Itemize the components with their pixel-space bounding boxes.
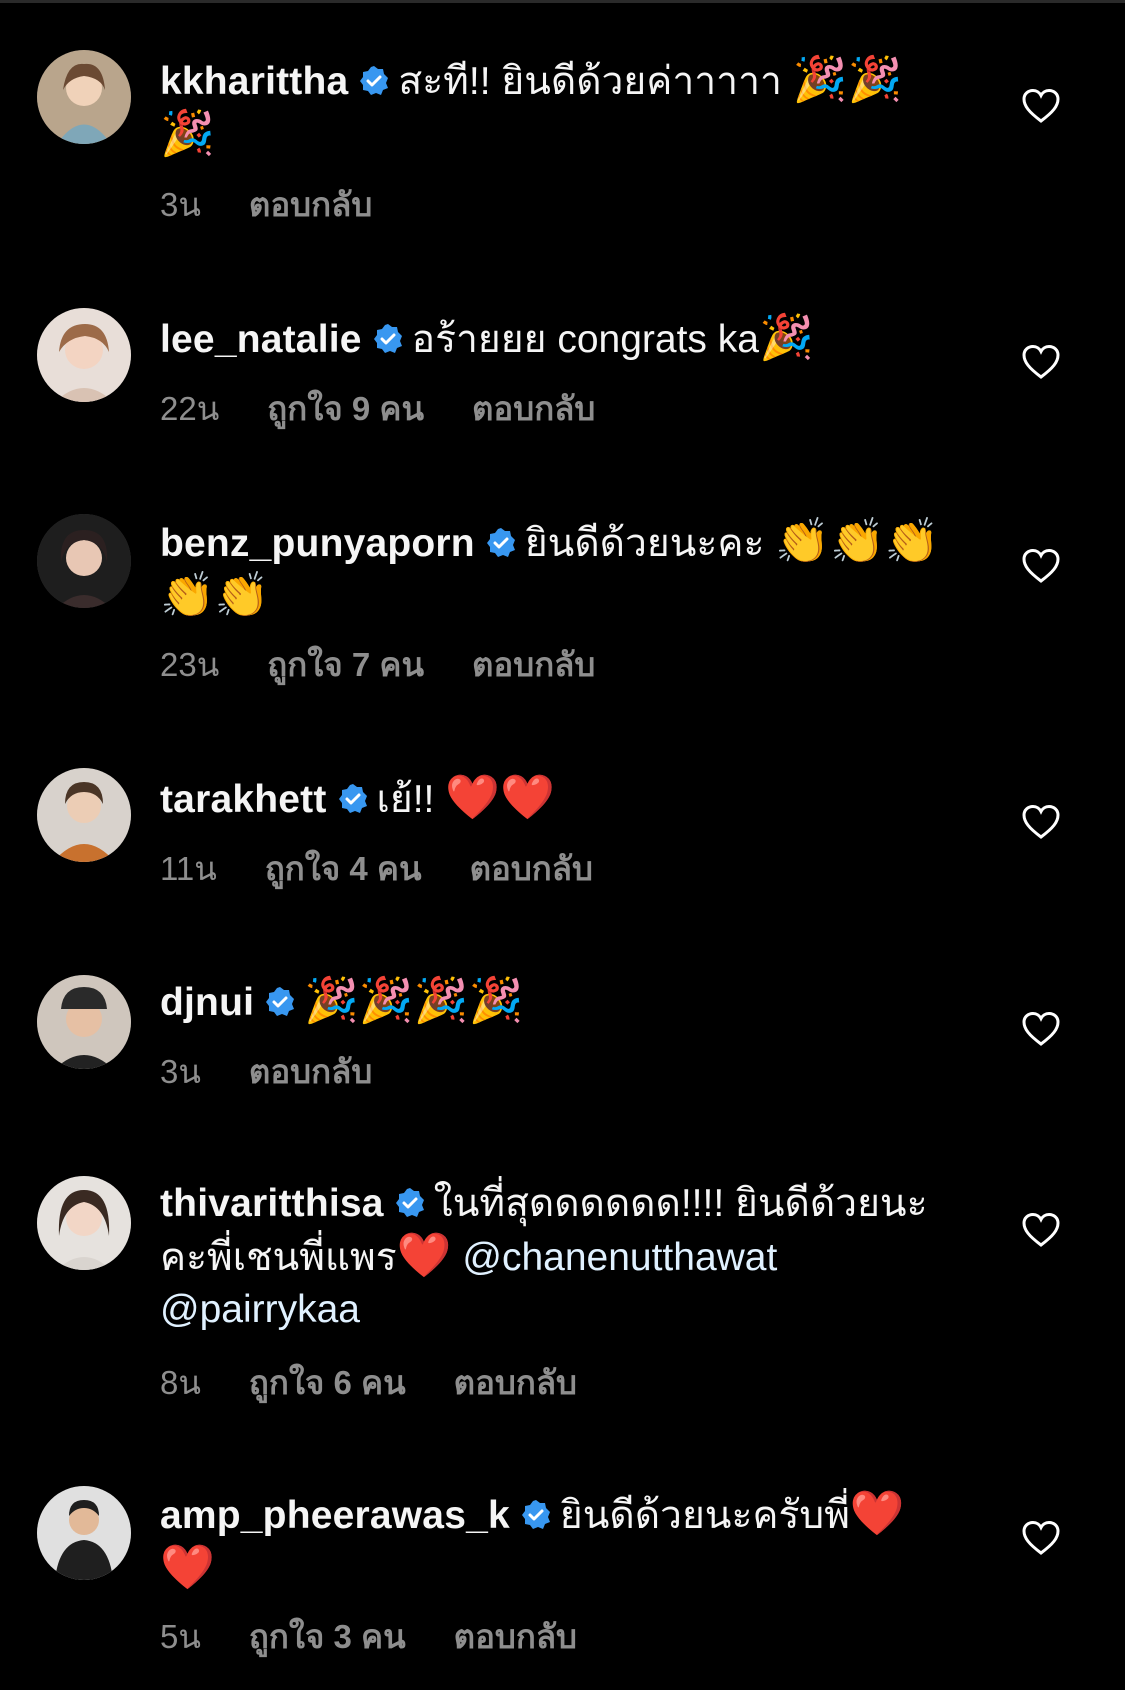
like-button[interactable] [1021,1212,1061,1248]
reply-button[interactable]: ตอบกลับ [470,850,593,887]
comment-time: 11น [160,850,217,887]
avatar[interactable] [37,514,131,608]
like-button[interactable] [1021,548,1061,584]
likes-count[interactable]: ถูกใจ 7 คน [267,646,424,683]
comment-meta: 3น ตอบกลับ [160,1045,420,1098]
likes-count[interactable]: ถูกใจ 6 คน [249,1364,406,1401]
comment-text: เย้!! [376,778,446,821]
verified-badge-icon [520,1499,552,1531]
verified-badge-icon [358,65,390,97]
reply-button[interactable]: ตอบกลับ [472,390,595,427]
party-popper-emoji: 🎉🎉🎉🎉 [304,975,524,1026]
likes-count[interactable]: ถูกใจ 9 คน [267,390,424,427]
comment-text: ยินดีด้วยนะคะ [524,522,776,565]
comment-meta: 5น ถูกใจ 3 คน ตอบกลับ [160,1610,625,1663]
verified-badge-icon [485,527,517,559]
party-popper-emoji: 🎉 [758,312,814,363]
like-button[interactable] [1021,88,1061,124]
comment-username[interactable]: benz_punyaporn [160,522,475,565]
heart-outline-icon [1022,1212,1060,1247]
avatar[interactable] [37,50,131,144]
red-heart-emoji: ❤️❤️ [445,772,555,823]
comment-meta: 11น ถูกใจ 4 คน ตอบกลับ [160,842,641,895]
comment-username[interactable]: djnui [160,981,254,1024]
comment-time: 5น [160,1618,201,1655]
likes-count[interactable]: ถูกใจ 4 คน [265,850,422,887]
heart-outline-icon [1022,804,1060,839]
verified-badge-icon [264,986,296,1018]
like-button[interactable] [1021,1520,1061,1556]
verified-badge-icon [372,323,404,355]
comment-username[interactable]: thivaritthisa [160,1182,384,1225]
reply-button[interactable]: ตอบกลับ [472,646,595,683]
reply-button[interactable]: ตอบกลับ [249,1053,372,1090]
reply-button[interactable]: ตอบกลับ [454,1618,577,1655]
reply-button[interactable]: ตอบกลับ [249,186,372,223]
comment-meta: 22น ถูกใจ 9 คน ตอบกลับ [160,382,643,435]
comment-username[interactable]: tarakhett [160,778,327,821]
comment-text: ยินดีด้วยนะครับพี่ [559,1494,850,1537]
likes-count[interactable]: ถูกใจ 3 คน [249,1618,406,1655]
comment-time: 23น [160,646,220,683]
comment-meta: 23น ถูกใจ 7 คน ตอบกลับ [160,638,643,691]
avatar[interactable] [37,768,131,862]
top-divider [0,0,1125,3]
heart-outline-icon [1022,548,1060,583]
avatar[interactable] [37,1176,131,1270]
comment-text: อร้ายยย congrats ka [411,318,759,361]
like-button[interactable] [1021,344,1061,380]
avatar[interactable] [37,975,131,1069]
like-button[interactable] [1021,804,1061,840]
comment-meta: 8น ถูกใจ 6 คน ตอบกลับ [160,1356,625,1409]
comment-meta: 3น ตอบกลับ [160,178,420,231]
heart-outline-icon [1022,344,1060,379]
heart-outline-icon [1022,1011,1060,1046]
heart-outline-icon [1022,1520,1060,1555]
red-heart-emoji: ❤️ [396,1230,452,1281]
comment-time: 22น [160,390,220,427]
like-button[interactable] [1021,1011,1061,1047]
comment-time: 3น [160,186,201,223]
comment-username[interactable]: amp_pheerawas_k [160,1494,510,1537]
comment-username[interactable]: lee_natalie [160,318,362,361]
verified-badge-icon [337,783,369,815]
verified-badge-icon [394,1187,426,1219]
reply-button[interactable]: ตอบกลับ [454,1364,577,1401]
comment-username[interactable]: kkharittha [160,60,348,103]
heart-outline-icon [1022,88,1060,123]
comment-text: สะที!! ยินดีด้วยค่าาาาา [398,60,793,103]
comment-time: 3น [160,1053,201,1090]
avatar[interactable] [37,308,131,402]
comment-time: 8น [160,1364,201,1401]
avatar[interactable] [37,1486,131,1580]
